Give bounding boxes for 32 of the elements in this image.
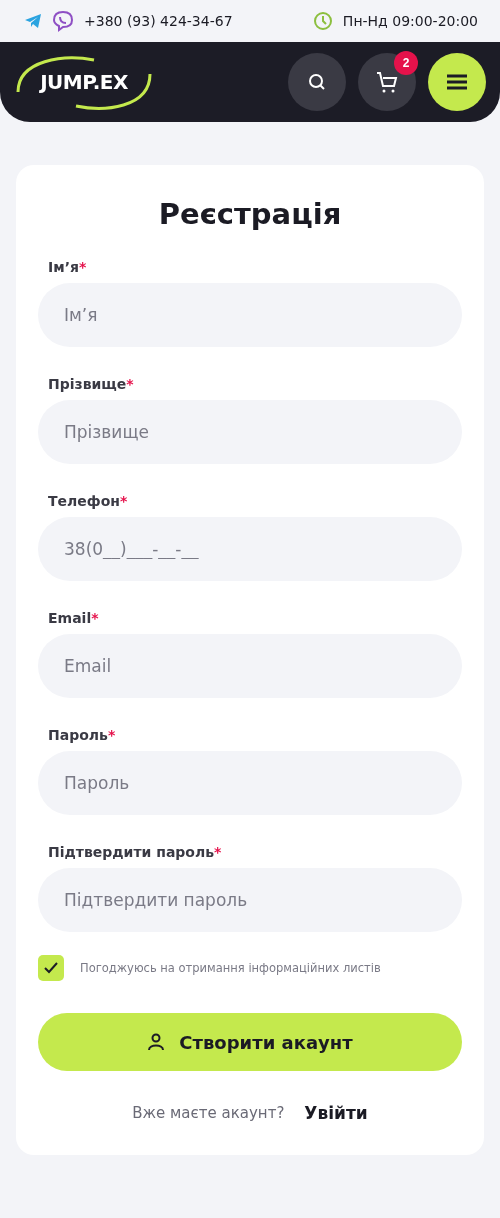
field-label: Прізвище* xyxy=(48,376,135,392)
telegram-icon[interactable] xyxy=(24,13,42,29)
menu-button[interactable] xyxy=(428,53,486,111)
field-label: Підтвердити пароль* xyxy=(48,844,223,860)
viber-icon[interactable] xyxy=(52,10,74,32)
field-label: Пароль* xyxy=(48,727,117,743)
search-icon xyxy=(308,73,326,91)
field-label: Email* xyxy=(48,610,100,626)
field-label: Телефон* xyxy=(48,493,129,509)
input-field[interactable]: 38(0__)___-__-__ xyxy=(38,517,462,581)
cart-icon xyxy=(375,70,399,94)
newsletter-label: Погоджуюсь на отримання інформаційних листів xyxy=(80,961,381,975)
logo[interactable]: JUMP.EX xyxy=(14,52,154,112)
user-icon xyxy=(147,1033,166,1051)
input-field[interactable]: Прізвище xyxy=(38,400,462,464)
input-field[interactable]: Пароль xyxy=(38,751,462,815)
cart-count-badge: 2 xyxy=(394,51,418,75)
phone-number[interactable]: +380 (93) 424-34-67 xyxy=(84,13,233,29)
check-icon xyxy=(44,962,58,974)
login-link[interactable]: Увійти xyxy=(304,1103,368,1123)
clock-icon xyxy=(312,11,333,31)
newsletter-checkbox[interactable] xyxy=(38,955,64,981)
form-title: Реєстрація xyxy=(157,197,343,231)
cart-button[interactable]: 2 xyxy=(358,53,416,111)
input-field[interactable]: Підтвердити пароль xyxy=(38,868,462,932)
menu-icon xyxy=(446,74,468,90)
create-account-button[interactable]: Створити акаунт xyxy=(38,1013,462,1071)
input-field[interactable]: Email xyxy=(38,634,462,698)
input-field[interactable]: Ім’я xyxy=(38,283,462,347)
working-hours: Пн-Нд 09:00-20:00 xyxy=(342,13,478,29)
login-prompt: Вже маєте акаунт? xyxy=(132,1104,285,1122)
field-label: Ім’я* xyxy=(48,259,88,275)
